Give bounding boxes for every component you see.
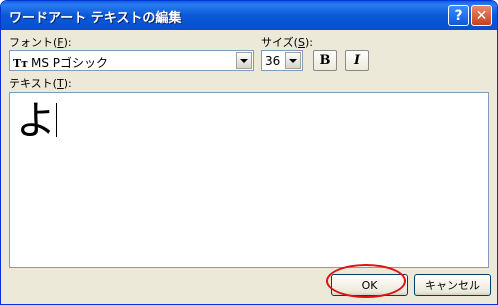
text-label: テキスト(T):	[9, 77, 72, 90]
size-label: サイズ(S):	[261, 36, 313, 49]
dialog-title: ワードアート テキストの編集	[9, 11, 182, 26]
size-select-value: 36	[265, 54, 281, 68]
font-select-value: Tт MS Pゴシック	[13, 56, 109, 70]
cancel-button-label: キャンセル	[425, 279, 480, 292]
ok-highlight-circle	[326, 264, 406, 298]
help-icon: ?	[454, 7, 463, 24]
chevron-down-icon	[289, 58, 297, 63]
help-button[interactable]: ?	[448, 5, 469, 26]
text-content: よ	[16, 98, 56, 144]
close-icon: ✕	[475, 7, 488, 24]
bold-button[interactable]: B	[313, 50, 337, 71]
chevron-down-icon	[240, 58, 248, 63]
truetype-font-icon: Tт	[13, 57, 29, 70]
bold-icon: B	[319, 53, 331, 68]
font-dropdown-button[interactable]	[236, 52, 252, 69]
size-dropdown-button[interactable]	[285, 52, 301, 69]
font-label: フォント(F):	[9, 36, 72, 49]
italic-button[interactable]: I	[345, 50, 369, 71]
cancel-button[interactable]: キャンセル	[414, 274, 491, 296]
close-button[interactable]: ✕	[471, 5, 492, 26]
font-select[interactable]: Tт MS Pゴシック	[9, 50, 254, 71]
wordart-edit-dialog: ワードアート テキストの編集 ? ✕ フォント(F): Tт MS Pゴシック サ…	[0, 0, 498, 305]
text-caret	[56, 103, 57, 137]
title-bar[interactable]: ワードアート テキストの編集 ? ✕	[1, 1, 497, 30]
text-input-area[interactable]: よ	[9, 92, 489, 268]
size-select[interactable]: 36	[261, 50, 303, 71]
italic-icon: I	[353, 53, 361, 68]
